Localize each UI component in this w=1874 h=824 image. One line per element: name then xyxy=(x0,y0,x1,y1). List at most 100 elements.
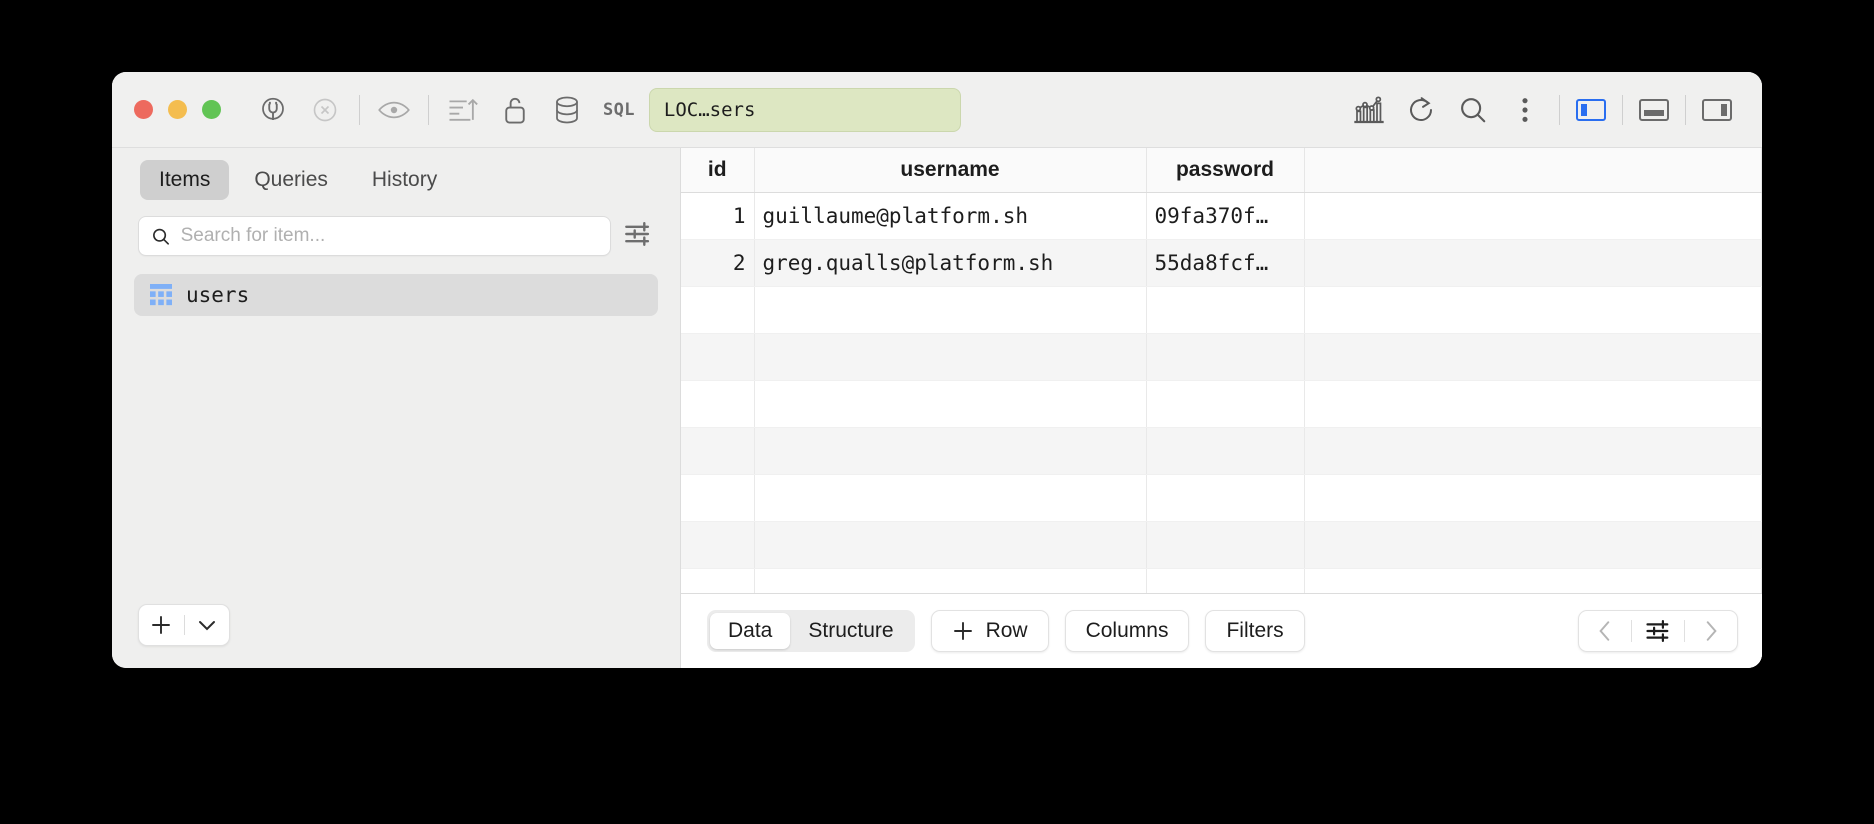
chevron-left-icon xyxy=(1599,621,1610,641)
connection-plug-icon[interactable] xyxy=(247,84,299,136)
tab-history[interactable]: History xyxy=(353,160,456,200)
sidebar-search-row xyxy=(112,210,680,256)
cell-empty xyxy=(681,474,755,522)
database-icon[interactable] xyxy=(541,84,593,136)
database-path-field[interactable]: LOC…sers xyxy=(648,87,961,132)
cell-empty xyxy=(1146,380,1305,428)
close-window-button[interactable] xyxy=(134,100,153,119)
sort-ascending-icon[interactable] xyxy=(437,84,489,136)
table-row-empty[interactable] xyxy=(681,427,1762,475)
right-sidebar-toggle[interactable] xyxy=(1694,91,1740,129)
cell-empty xyxy=(1304,427,1762,475)
toolbar-divider xyxy=(1559,94,1560,125)
left-sidebar-toggle[interactable] xyxy=(1568,91,1614,129)
tab-items[interactable]: Items xyxy=(140,160,230,200)
cell-spacer xyxy=(1304,192,1762,240)
header-row: id username password xyxy=(681,148,1762,193)
cell-empty xyxy=(754,427,1147,475)
bottom-toolbar: Data Structure Row 1-2 of 2 rows Columns… xyxy=(681,594,1762,668)
table-row[interactable]: 2 greg.qualls@platform.sh 55da8fcf… xyxy=(681,239,1762,287)
view-mode-structure[interactable]: Structure xyxy=(790,613,911,649)
toolbar-right-group xyxy=(1343,84,1740,136)
maximize-window-button[interactable] xyxy=(202,100,221,119)
cell-username[interactable]: guillaume@platform.sh xyxy=(754,192,1147,240)
data-grid-header: id username password xyxy=(681,148,1762,193)
column-header-password[interactable]: password xyxy=(1146,148,1305,193)
cell-empty xyxy=(1304,568,1762,593)
view-mode-segmented-control: Data Structure xyxy=(707,610,915,652)
refresh-icon[interactable] xyxy=(1395,84,1447,136)
sidebar: Items Queries History Search for item...… xyxy=(112,148,681,668)
cell-empty xyxy=(1304,474,1762,522)
cell-spacer xyxy=(1304,239,1762,287)
column-header-spacer xyxy=(1304,148,1762,193)
window-body: Items Queries History Search for item...… xyxy=(112,148,1762,668)
table-row-empty[interactable] xyxy=(681,380,1762,428)
add-item-split-button[interactable] xyxy=(138,604,230,646)
table-row-empty[interactable] xyxy=(681,333,1762,381)
cell-empty xyxy=(681,333,755,381)
sidebar-item-list: users xyxy=(112,256,680,590)
cell-password[interactable]: 09fa370f… xyxy=(1146,192,1305,240)
cell-empty xyxy=(754,286,1147,334)
table-row-empty[interactable] xyxy=(681,568,1762,593)
cell-password[interactable]: 55da8fcf… xyxy=(1146,239,1305,287)
table-row-empty[interactable] xyxy=(681,474,1762,522)
sidebar-tabs: Items Queries History xyxy=(112,148,680,210)
disconnect-circle-icon[interactable] xyxy=(299,84,351,136)
add-item-button[interactable] xyxy=(139,605,184,645)
data-grid-body: 1 guillaume@platform.sh 09fa370f… 2 greg.qua… xyxy=(681,192,1762,593)
cell-username[interactable]: greg.qualls@platform.sh xyxy=(754,239,1147,287)
sidebar-item-users[interactable]: users xyxy=(134,274,658,316)
columns-button[interactable]: Columns xyxy=(1064,610,1190,652)
cell-empty xyxy=(681,286,755,334)
next-page-button[interactable] xyxy=(1685,611,1737,651)
cell-empty xyxy=(681,568,755,593)
more-options-icon[interactable] xyxy=(1499,84,1551,136)
toolbar-divider xyxy=(428,94,429,125)
bottom-panel-toggle[interactable] xyxy=(1631,91,1677,129)
cell-id[interactable]: 1 xyxy=(681,192,755,240)
cell-empty xyxy=(1146,568,1305,593)
add-row-button[interactable]: Row xyxy=(930,610,1049,652)
tab-queries[interactable]: Queries xyxy=(235,160,347,200)
data-grid-wrapper[interactable]: id username password 1 guillaume@platform… xyxy=(681,148,1762,594)
add-item-menu-button[interactable] xyxy=(184,605,229,645)
cell-empty xyxy=(754,333,1147,381)
grid-settings-button[interactable] xyxy=(1632,611,1684,651)
sliders-icon xyxy=(1645,620,1668,642)
filters-button[interactable]: Filters xyxy=(1205,610,1305,652)
cell-empty xyxy=(1146,286,1305,334)
cell-empty xyxy=(1304,380,1762,428)
search-box[interactable] xyxy=(138,216,611,256)
table-row[interactable]: 1 guillaume@platform.sh 09fa370f… xyxy=(681,192,1762,240)
pagination-controls xyxy=(1578,610,1738,652)
column-header-id[interactable]: id xyxy=(681,148,755,193)
sidebar-item-label: users xyxy=(186,283,250,307)
app-window: SQL LOC…sers Items Queries History Searc… xyxy=(112,72,1762,668)
search-icon[interactable] xyxy=(1447,84,1499,136)
table-row-empty[interactable] xyxy=(681,521,1762,569)
cell-empty xyxy=(754,380,1147,428)
lock-open-icon[interactable] xyxy=(489,84,541,136)
traffic-light-controls xyxy=(134,100,221,119)
table-grid-icon xyxy=(150,284,172,306)
search-input[interactable] xyxy=(180,225,598,247)
toolbar-divider xyxy=(359,94,360,125)
add-row-label: Row xyxy=(985,619,1028,642)
view-mode-data[interactable]: Data xyxy=(710,613,791,649)
window-titlebar: SQL LOC…sers xyxy=(112,72,1762,148)
cell-empty xyxy=(1146,427,1305,475)
cell-empty xyxy=(1304,333,1762,381)
chevron-down-icon xyxy=(198,621,215,631)
chart-icon[interactable] xyxy=(1343,84,1395,136)
cell-empty xyxy=(754,474,1147,522)
previous-page-button[interactable] xyxy=(1579,611,1631,651)
cell-id[interactable]: 2 xyxy=(681,239,755,287)
minimize-window-button[interactable] xyxy=(168,100,187,119)
column-header-username[interactable]: username xyxy=(754,148,1147,193)
eye-icon[interactable] xyxy=(368,84,420,136)
sliders-icon[interactable] xyxy=(625,221,654,251)
table-row-empty[interactable] xyxy=(681,286,1762,334)
data-grid: id username password 1 guillaume@platform… xyxy=(681,148,1762,593)
